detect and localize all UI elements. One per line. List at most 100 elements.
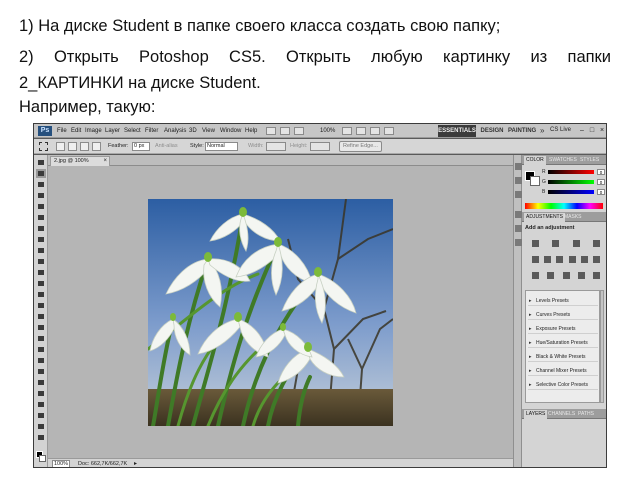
zoom-level-select[interactable]: 100% — [320, 127, 335, 135]
threshold-icon[interactable] — [562, 272, 570, 279]
preset-exposure[interactable]: Exposure Presets — [528, 325, 598, 334]
tab-styles[interactable]: STYLES — [578, 156, 601, 165]
exposure-icon[interactable] — [592, 240, 600, 247]
color-spectrum-bar[interactable] — [525, 203, 603, 209]
minimize-icon[interactable]: – — [578, 127, 586, 135]
rectangular-marquee-tool-icon[interactable] — [36, 169, 46, 178]
view-extras-icon[interactable] — [294, 127, 304, 135]
levels-icon[interactable] — [552, 240, 560, 247]
tab-masks[interactable]: MASKS — [562, 213, 584, 222]
3d-rotate-tool-icon[interactable] — [36, 356, 46, 365]
shape-tool-icon[interactable] — [36, 345, 46, 354]
panel-background-swatch[interactable] — [530, 176, 540, 186]
clone-stamp-tool-icon[interactable] — [36, 246, 46, 255]
preset-levels[interactable]: Levels Presets — [528, 297, 598, 306]
menu-analysis[interactable]: Analysis — [164, 127, 186, 135]
launch-bridge-icon[interactable] — [266, 127, 276, 135]
eraser-tool-icon[interactable] — [36, 268, 46, 277]
eyedropper-tool-icon[interactable] — [36, 213, 46, 222]
menu-select[interactable]: Select — [124, 127, 141, 135]
zoom-field[interactable]: 100% — [52, 460, 70, 467]
menu-edit[interactable]: Edit — [71, 127, 81, 135]
blue-slider[interactable] — [548, 190, 594, 194]
style-select[interactable]: Normal — [205, 142, 238, 151]
brush-tool-icon[interactable] — [36, 235, 46, 244]
intersect-selection-icon[interactable] — [92, 142, 101, 151]
workspace-design[interactable]: DESIGN — [480, 125, 504, 137]
tab-adjustments[interactable]: ADJUSTMENTS — [524, 213, 565, 222]
invert-icon[interactable] — [532, 272, 539, 279]
workspace-painting[interactable]: PAINTING — [508, 125, 536, 137]
gradient-tool-icon[interactable] — [36, 279, 46, 288]
marquee-preset-icon[interactable] — [39, 142, 48, 151]
move-tool-icon[interactable] — [36, 158, 46, 167]
arrange-documents-icon[interactable] — [370, 127, 380, 135]
pen-tool-icon[interactable] — [36, 312, 46, 321]
menu-3d[interactable]: 3D — [189, 127, 197, 135]
blur-tool-icon[interactable] — [36, 290, 46, 299]
hand-tool-icon[interactable] — [36, 378, 46, 387]
new-selection-icon[interactable] — [56, 142, 65, 151]
black-white-icon[interactable] — [568, 256, 576, 263]
more-workspaces-icon[interactable]: » — [540, 126, 544, 135]
add-selection-icon[interactable] — [68, 142, 77, 151]
preset-black-white[interactable]: Black & White Presets — [528, 353, 598, 362]
menu-filter[interactable]: Filter — [145, 127, 158, 135]
tab-layers[interactable]: LAYERS — [524, 410, 548, 419]
subtract-selection-icon[interactable] — [80, 142, 89, 151]
document-tab[interactable]: 2.jpg @ 100% (RGB/8#) × — [50, 156, 110, 173]
close-icon[interactable]: × — [598, 127, 606, 135]
crop-tool-icon[interactable] — [36, 202, 46, 211]
hue-saturation-icon[interactable] — [544, 256, 552, 263]
preset-hue-saturation[interactable]: Hue/Saturation Presets — [528, 339, 598, 348]
refine-edge-button[interactable]: Refine Edge... — [339, 141, 382, 152]
note-tool-icon[interactable] — [36, 400, 46, 409]
feather-input[interactable]: 0 px — [132, 142, 150, 151]
presets-scrollbar[interactable] — [600, 290, 604, 403]
vibrance-icon[interactable] — [532, 256, 539, 263]
posterize-icon[interactable] — [547, 272, 555, 279]
type-tool-icon[interactable] — [36, 323, 46, 332]
curves-icon[interactable] — [572, 240, 580, 247]
ruler-tool-icon[interactable] — [36, 411, 46, 420]
selective-color-icon[interactable] — [593, 272, 600, 279]
status-menu-icon[interactable]: ▸ — [134, 461, 137, 467]
cs-live-button[interactable]: CS Live — [550, 126, 571, 135]
tab-swatches[interactable]: SWATCHES — [547, 156, 579, 165]
height-input[interactable] — [310, 142, 330, 151]
launch-mini-bridge-icon[interactable] — [280, 127, 290, 135]
red-value-input[interactable]: 0 — [597, 169, 605, 175]
photo-filter-icon[interactable] — [580, 256, 588, 263]
maximize-icon[interactable]: □ — [588, 127, 596, 135]
green-value-input[interactable]: 0 — [597, 179, 605, 185]
anti-alias-checkbox[interactable]: Anti-alias — [155, 143, 178, 150]
gradient-map-icon[interactable] — [577, 272, 585, 279]
green-slider[interactable] — [548, 180, 594, 184]
3d-orbit-tool-icon[interactable] — [36, 367, 46, 376]
history-brush-tool-icon[interactable] — [36, 257, 46, 266]
blue-value-input[interactable]: 0 — [597, 189, 605, 195]
workspace-essentials[interactable]: ESSENTIALS — [438, 125, 476, 137]
clone-source-icon[interactable] — [515, 225, 522, 232]
tab-paths[interactable]: PATHS — [576, 410, 596, 419]
menu-help[interactable]: Help — [245, 127, 257, 135]
menu-file[interactable]: File — [57, 127, 67, 135]
menu-layer[interactable]: Layer — [105, 127, 120, 135]
dodge-tool-icon[interactable] — [36, 301, 46, 310]
path-selection-tool-icon[interactable] — [36, 334, 46, 343]
count-tool-icon[interactable] — [36, 433, 46, 442]
history-icon[interactable] — [515, 177, 522, 184]
brightness-contrast-icon[interactable] — [532, 240, 539, 247]
zoom-tool-icon[interactable] — [36, 389, 46, 398]
hand-tool-icon[interactable] — [342, 127, 352, 135]
quick-selection-tool-icon[interactable] — [36, 191, 46, 200]
menu-image[interactable]: Image — [85, 127, 102, 135]
zoom-tool-icon[interactable] — [356, 127, 366, 135]
preset-curves[interactable]: Curves Presets — [528, 311, 598, 320]
brushes-icon[interactable] — [515, 211, 522, 218]
color-balance-icon[interactable] — [556, 256, 564, 263]
channel-mixer-icon[interactable] — [592, 256, 600, 263]
preset-channel-mixer[interactable]: Channel Mixer Presets — [528, 367, 598, 376]
width-input[interactable] — [266, 142, 286, 151]
background-color-swatch[interactable] — [39, 455, 46, 462]
